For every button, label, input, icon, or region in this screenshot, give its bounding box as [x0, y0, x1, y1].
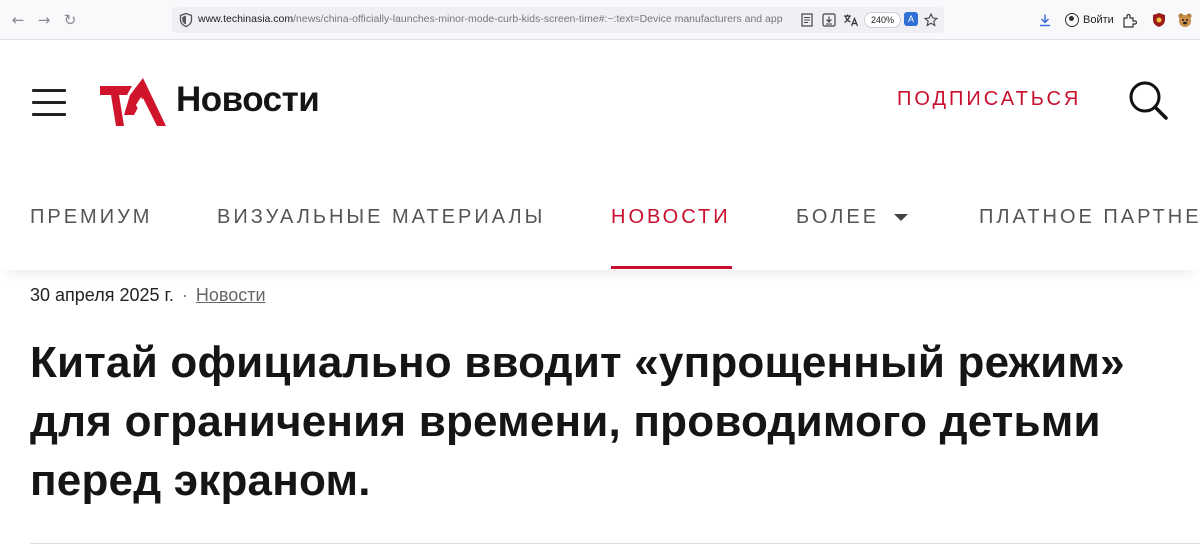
- site-header: Новости ПОДПИСАТЬСЯ: [0, 40, 1200, 160]
- article-headline: Китай официально вводит «упрощенный режи…: [30, 338, 1125, 505]
- addon-icon[interactable]: [1150, 10, 1168, 30]
- translate-page-icon[interactable]: A: [904, 12, 918, 26]
- url-text[interactable]: www.techinasia.com/news/china-officially…: [198, 13, 784, 28]
- article-meta: 30 апреля 2025 г. · Новости: [30, 285, 266, 306]
- search-icon[interactable]: [1126, 78, 1170, 122]
- divider: [30, 543, 1200, 544]
- signin-button[interactable]: Войти: [1061, 9, 1122, 31]
- address-bar[interactable]: www.techinasia.com/news/china-officially…: [172, 7, 944, 33]
- url-path: /news/china-officially-launches-minor-mo…: [293, 13, 784, 25]
- article-date: 30 апреля 2025 г.: [30, 285, 174, 305]
- download-icon[interactable]: [1036, 10, 1054, 30]
- reader-view-icon[interactable]: [798, 11, 816, 29]
- nav-item-visuals[interactable]: ВИЗУАЛЬНЫЕ МАТЕРИАЛЫ: [217, 206, 545, 229]
- shield-icon[interactable]: [178, 12, 194, 28]
- active-tab-indicator: [611, 266, 732, 269]
- browser-toolbar: ← → ↻ www.techinasia.com/news/china-offi…: [0, 0, 1200, 40]
- reload-icon[interactable]: ↻: [60, 10, 80, 30]
- nav-item-premium[interactable]: ПРЕМИУМ: [30, 206, 152, 229]
- chevron-down-icon[interactable]: [894, 214, 908, 221]
- addon-bear-icon[interactable]: [1176, 10, 1194, 30]
- account-icon: [1065, 13, 1079, 27]
- extensions-icon[interactable]: [1120, 10, 1138, 30]
- zoom-level[interactable]: 240%: [864, 12, 902, 28]
- meta-separator: ·: [181, 285, 188, 305]
- translate-icon[interactable]: [842, 11, 860, 29]
- subscribe-button[interactable]: ПОДПИСАТЬСЯ: [897, 88, 1081, 111]
- nav-item-more[interactable]: БОЛЕЕ: [796, 206, 879, 229]
- save-page-icon[interactable]: [820, 11, 838, 29]
- category-nav: ПРЕМИУМ ВИЗУАЛЬНЫЕ МАТЕРИАЛЫ НОВОСТИ БОЛ…: [0, 160, 1200, 270]
- brand-name[interactable]: Новости: [176, 80, 320, 120]
- forward-icon[interactable]: →: [34, 10, 54, 30]
- signin-label: Войти: [1083, 14, 1114, 26]
- nav-item-paid-partner[interactable]: ПЛАТНОЕ ПАРТНЕ: [979, 206, 1200, 229]
- url-host: www.techinasia.com: [198, 13, 294, 25]
- menu-icon[interactable]: [32, 89, 66, 117]
- logo-icon[interactable]: [100, 78, 166, 126]
- nav-item-news[interactable]: НОВОСТИ: [611, 206, 731, 229]
- back-icon[interactable]: ←: [8, 10, 28, 30]
- bookmark-star-icon[interactable]: [922, 11, 940, 29]
- article-category-link[interactable]: Новости: [196, 285, 266, 305]
